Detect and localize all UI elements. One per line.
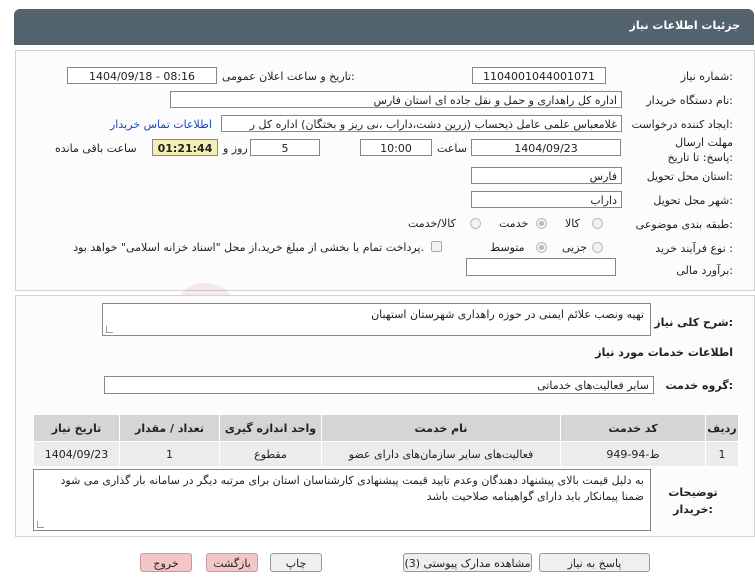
estimate-field[interactable]: [466, 258, 616, 276]
announce-datetime-label: تاریخ و ساعت اعلان عمومی:: [222, 70, 355, 83]
deadline-time-label: ساعت: [437, 142, 467, 155]
process-medium-radio[interactable]: [536, 242, 547, 253]
city-label: شهر محل تحویل:: [653, 194, 733, 207]
deadline-date-field[interactable]: 1404/09/23: [471, 139, 621, 156]
buyer-field[interactable]: اداره کل راهداری و حمل و نقل جاده ای است…: [170, 91, 622, 108]
buyer-notes-text: به دلیل قیمت بالای پیشنهاد دهندگان وعدم …: [60, 474, 644, 503]
treasury-payment-note: پرداخت تمام یا بخشی از مبلغ خرید،از محل …: [73, 241, 424, 254]
col-code-header: کد خدمت: [560, 414, 706, 442]
countdown-timer: 01:21:44: [152, 139, 218, 156]
need-number-label: شماره نیاز:: [680, 70, 733, 83]
days-label: روز و: [223, 142, 248, 155]
page-title: جزئیات اطلاعات نیاز: [629, 19, 741, 32]
service-code-cell: ط-94-949: [560, 441, 706, 467]
province-label: استان محل تحویل:: [646, 170, 733, 183]
remaining-time-label: ساعت باقی مانده: [55, 142, 137, 155]
province-field[interactable]: فارس: [471, 167, 622, 184]
service-group-field[interactable]: سایر فعالیت‌های خدماتی: [104, 376, 654, 394]
category-goods-service-radio[interactable]: [470, 218, 481, 229]
exit-button[interactable]: خروج: [140, 553, 192, 572]
quantity-cell: 1: [119, 441, 220, 467]
need-info-panel: [15, 50, 755, 291]
reply-to-need-button[interactable]: پاسخ به نیاز: [539, 553, 650, 572]
col-qty-header: تعداد / مقدار: [119, 414, 220, 442]
col-row-header: ردیف: [705, 414, 739, 442]
deadline-label: مهلت ارسال پاسخ: تا تاریخ:: [667, 136, 733, 164]
creator-field[interactable]: غلامعباس علمی عامل ذیحساب (زرین دشت،دارا…: [221, 115, 622, 132]
category-label: طبقه بندی موضوعی:: [635, 218, 733, 231]
process-minor-radio[interactable]: [592, 242, 603, 253]
process-type-label: نوع فرآیند خرید :: [655, 242, 733, 255]
category-goods-service-label: کالا/خدمت: [408, 217, 456, 230]
buyer-contact-link[interactable]: اطلاعات تماس خریدار: [110, 118, 212, 131]
resize-handle-icon[interactable]: [37, 521, 44, 528]
days-remaining-field[interactable]: 5: [250, 139, 320, 156]
category-service-label: خدمت: [499, 217, 529, 230]
estimate-label: برآورد مالی:: [676, 264, 733, 277]
announce-datetime-field[interactable]: 1404/09/18 - 08:16: [67, 67, 217, 84]
creator-label: ایجاد کننده درخواست:: [631, 118, 733, 131]
service-name-cell: فعالیت‌های سایر سازمان‌های دارای عضو: [321, 441, 561, 467]
print-button[interactable]: چاپ: [270, 553, 322, 572]
view-attachments-button[interactable]: مشاهده مدارک پیوستی (3): [403, 553, 532, 572]
category-goods-label: کالا: [565, 217, 580, 230]
summary-text: تهیه ونصب علائم ایمنی در حوزه راهداری شه…: [371, 308, 644, 321]
summary-label: شرح کلی نیاز:: [654, 316, 733, 329]
services-heading: اطلاعات خدمات مورد نیاز: [595, 346, 733, 359]
table-row: 1 ط-94-949 فعالیت‌های سایر سازمان‌های دا…: [33, 441, 739, 467]
process-minor-label: جزیی: [562, 241, 588, 254]
buyer-notes-textarea[interactable]: به دلیل قیمت بالای پیشنهاد دهندگان وعدم …: [33, 469, 651, 531]
summary-textarea[interactable]: تهیه ونصب علائم ایمنی در حوزه راهداری شه…: [102, 303, 651, 336]
service-group-label: گروه خدمت:: [665, 379, 733, 392]
deadline-time-field[interactable]: 10:00: [360, 139, 432, 156]
services-table: ردیف کد خدمت نام خدمت واحد اندازه گیری ت…: [33, 414, 739, 467]
page-header: جزئیات اطلاعات نیاز: [14, 9, 754, 45]
category-service-radio[interactable]: [536, 218, 547, 229]
process-medium-label: متوسط: [490, 241, 525, 254]
col-date-header: تاریخ نیاز: [33, 414, 120, 442]
col-unit-header: واحد اندازه گیری: [219, 414, 322, 442]
row-index-cell: 1: [705, 441, 739, 467]
treasury-payment-checkbox[interactable]: [431, 241, 442, 252]
buyer-label: نام دستگاه خریدار:: [646, 94, 733, 107]
category-goods-radio[interactable]: [592, 218, 603, 229]
back-button[interactable]: بازگشت: [206, 553, 258, 572]
city-field[interactable]: داراب: [471, 191, 622, 208]
need-number-field[interactable]: 1104001044001071: [472, 67, 606, 84]
resize-handle-icon[interactable]: [106, 326, 113, 333]
unit-cell: مقطوع: [219, 441, 322, 467]
col-name-header: نام خدمت: [321, 414, 561, 442]
need-date-cell: 1404/09/23: [33, 441, 120, 467]
buyer-notes-label: توضیحات خریدار:: [668, 486, 718, 516]
table-header-row: ردیف کد خدمت نام خدمت واحد اندازه گیری ت…: [33, 414, 739, 442]
